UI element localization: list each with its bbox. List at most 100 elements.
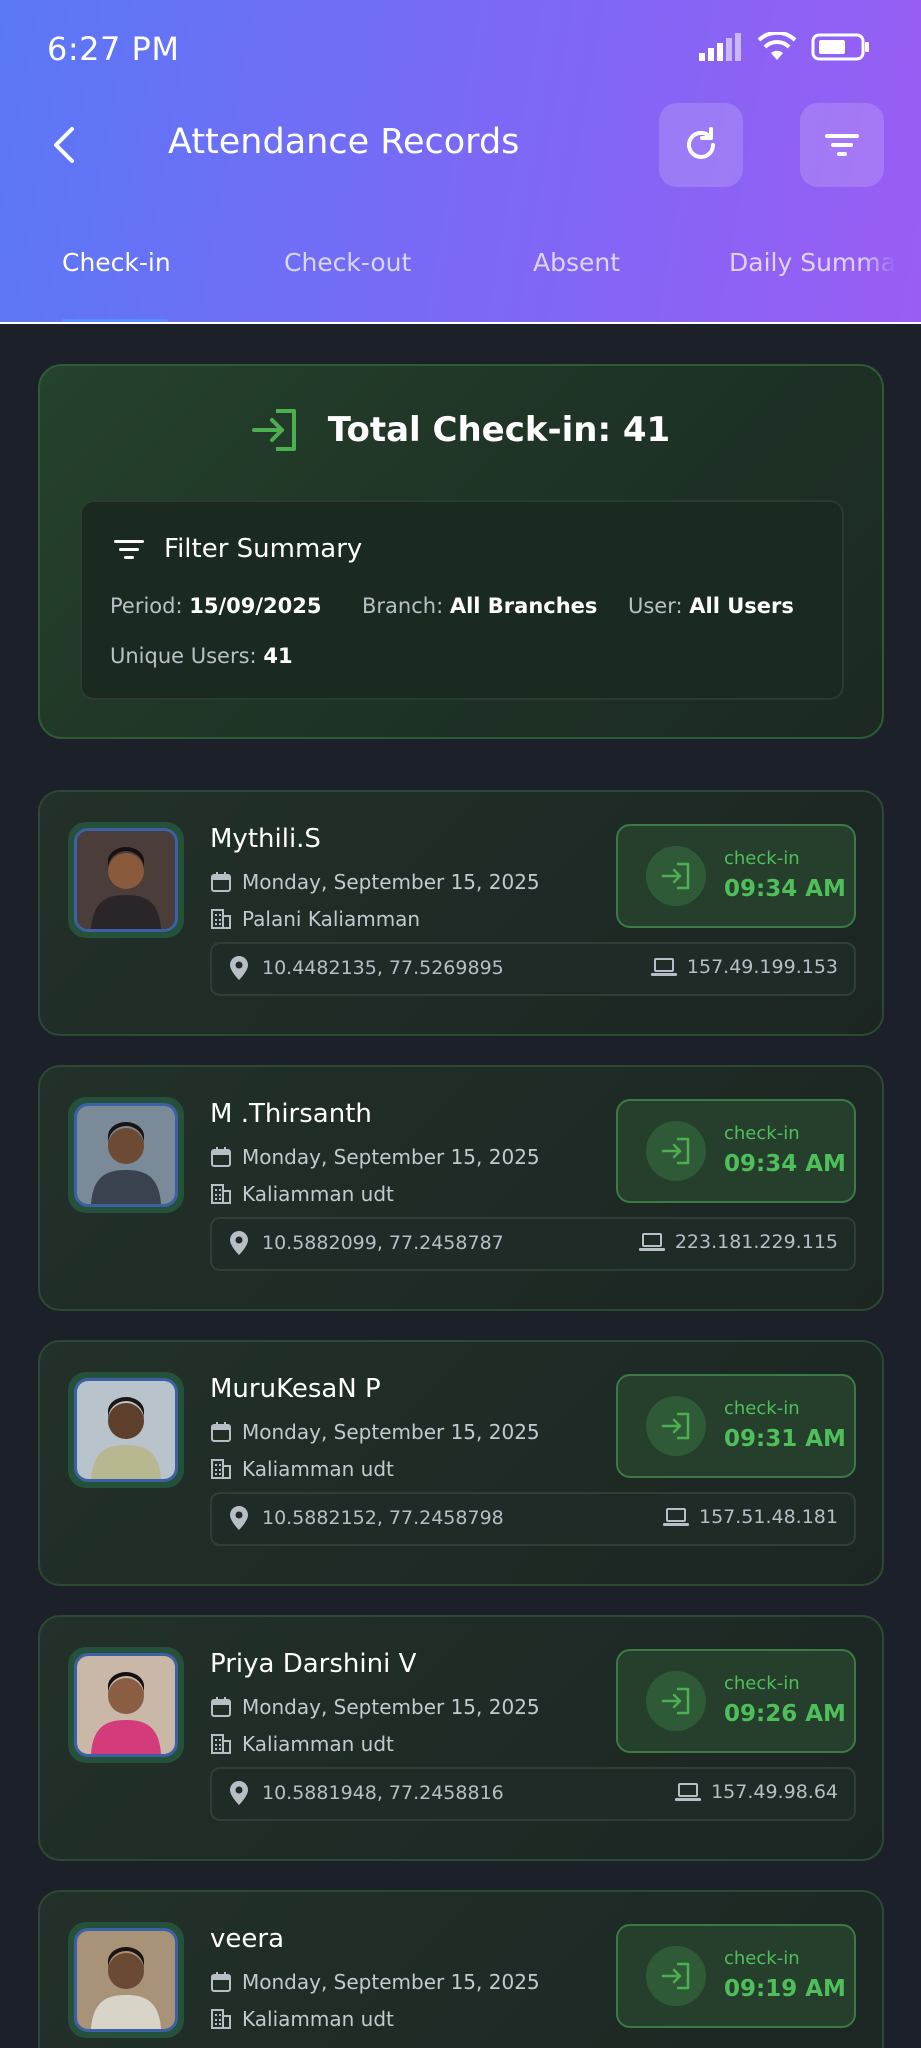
total-row: Total Check-in: 41 bbox=[40, 408, 882, 452]
record-date: Monday, September 15, 2025 bbox=[210, 870, 540, 894]
tab-daily-summary[interactable]: Daily Summa bbox=[729, 248, 896, 277]
header-divider bbox=[0, 322, 921, 324]
attendance-record-card[interactable]: M .Thirsanth Monday, September 15, 2025 … bbox=[38, 1065, 884, 1311]
location-bar: 10.4482135, 77.5269895 157.49.199.153 bbox=[210, 942, 856, 996]
check-in-time: 09:31 AM bbox=[724, 1426, 846, 1452]
coordinates-text: 10.5882099, 77.2458787 bbox=[262, 1232, 504, 1254]
check-in-icon bbox=[661, 1137, 690, 1165]
check-in-time: 09:19 AM bbox=[724, 1976, 846, 2002]
avatar[interactable] bbox=[74, 1103, 178, 1207]
coordinates-text: 10.5881948, 77.2458816 bbox=[262, 1782, 504, 1804]
location-bar: 10.5882152, 77.2458798 157.51.48.181 bbox=[210, 1492, 856, 1546]
check-in-status-badge: check-in 09:34 AM bbox=[616, 1099, 856, 1203]
check-in-time: 09:34 AM bbox=[724, 876, 846, 902]
check-in-icon bbox=[661, 1962, 690, 1990]
ip-address-text: 157.49.199.153 bbox=[686, 956, 838, 978]
tab-check-in[interactable]: Check-in bbox=[62, 248, 171, 277]
record-date: Monday, September 15, 2025 bbox=[210, 1420, 540, 1444]
avatar[interactable] bbox=[74, 1928, 178, 2032]
ip-address: 157.49.199.153 bbox=[650, 956, 838, 978]
avatar-frame bbox=[68, 1922, 184, 2038]
back-button[interactable] bbox=[40, 120, 90, 170]
check-in-icon bbox=[661, 862, 690, 890]
status-label: check-in bbox=[724, 848, 800, 869]
signal-icon bbox=[699, 33, 741, 61]
record-branch-text: Palani Kaliamman bbox=[242, 907, 421, 931]
coordinates: 10.5882152, 77.2458798 bbox=[230, 1506, 504, 1530]
record-branch-text: Kaliamman udt bbox=[242, 1182, 394, 1206]
coordinates-text: 10.4482135, 77.5269895 bbox=[262, 957, 504, 979]
record-branch: Kaliamman udt bbox=[210, 2007, 394, 2031]
coordinates: 10.5881948, 77.2458816 bbox=[230, 1781, 504, 1805]
status-label: check-in bbox=[724, 1123, 800, 1144]
record-branch: Kaliamman udt bbox=[210, 1732, 394, 1756]
check-in-status-badge: check-in 09:19 AM bbox=[616, 1924, 856, 2028]
filter-summary-title: Filter Summary bbox=[164, 534, 363, 564]
calendar-icon bbox=[211, 1697, 231, 1717]
record-date: Monday, September 15, 2025 bbox=[210, 1145, 540, 1169]
ip-address: 223.181.229.115 bbox=[638, 1231, 838, 1253]
record-date: Monday, September 15, 2025 bbox=[210, 1970, 540, 1994]
location-pin-icon bbox=[230, 1781, 248, 1805]
avatar[interactable] bbox=[74, 1653, 178, 1757]
calendar-icon bbox=[211, 1972, 231, 1992]
status-icons bbox=[699, 32, 871, 62]
user-photo bbox=[77, 1931, 175, 2029]
avatar-frame bbox=[68, 822, 184, 938]
location-pin-icon bbox=[230, 1506, 248, 1530]
status-label: check-in bbox=[724, 1948, 800, 1969]
check-in-status-badge: check-in 09:34 AM bbox=[616, 824, 856, 928]
filter-unique-users: Unique Users: 41 bbox=[110, 644, 293, 668]
building-icon bbox=[211, 2009, 231, 2029]
user-photo bbox=[77, 1656, 175, 1754]
record-branch-text: Kaliamman udt bbox=[242, 1457, 394, 1481]
user-name: veera bbox=[210, 1924, 285, 1954]
calendar-icon bbox=[211, 872, 231, 892]
tab-check-out[interactable]: Check-out bbox=[284, 248, 411, 277]
attendance-record-card[interactable]: MuruKesaN P Monday, September 15, 2025 K… bbox=[38, 1340, 884, 1586]
record-branch-text: Kaliamman udt bbox=[242, 1732, 394, 1756]
status-bar: 6:27 PM bbox=[0, 0, 921, 100]
record-branch: Kaliamman udt bbox=[210, 1182, 394, 1206]
check-in-icon bbox=[251, 409, 296, 451]
avatar[interactable] bbox=[74, 828, 178, 932]
page-title: Attendance Records bbox=[168, 122, 520, 162]
building-icon bbox=[211, 1184, 231, 1204]
check-in-time: 09:26 AM bbox=[724, 1701, 846, 1727]
avatar-frame bbox=[68, 1097, 184, 1213]
location-pin-icon bbox=[230, 956, 248, 980]
check-in-icon bbox=[661, 1687, 690, 1715]
avatar-frame bbox=[68, 1372, 184, 1488]
ip-address-text: 157.51.48.181 bbox=[698, 1506, 838, 1528]
title-bar: Attendance Records bbox=[0, 100, 921, 190]
check-in-status-badge: check-in 09:31 AM bbox=[616, 1374, 856, 1478]
filter-period: Period: 15/09/2025 bbox=[110, 594, 322, 618]
ip-address: 157.51.48.181 bbox=[662, 1506, 838, 1528]
wifi-icon bbox=[757, 32, 797, 60]
filter-button[interactable] bbox=[800, 103, 884, 187]
tab-absent[interactable]: Absent bbox=[533, 248, 620, 277]
status-icon-circle bbox=[646, 1121, 706, 1181]
record-date: Monday, September 15, 2025 bbox=[210, 1695, 540, 1719]
record-branch: Palani Kaliamman bbox=[210, 907, 420, 931]
refresh-button[interactable] bbox=[659, 103, 743, 187]
laptop-icon bbox=[662, 1508, 689, 1526]
attendance-record-card[interactable]: Priya Darshini V Monday, September 15, 2… bbox=[38, 1615, 884, 1861]
total-check-in: Total Check-in: 41 bbox=[327, 410, 671, 450]
ip-address-text: 223.181.229.115 bbox=[674, 1231, 838, 1253]
avatar[interactable] bbox=[74, 1378, 178, 1482]
laptop-icon bbox=[650, 958, 677, 976]
attendance-record-card[interactable]: Mythili.S Monday, September 15, 2025 Pal… bbox=[38, 790, 884, 1036]
status-icon-circle bbox=[646, 1946, 706, 2006]
record-date-text: Monday, September 15, 2025 bbox=[242, 1145, 540, 1169]
user-name: Mythili.S bbox=[210, 824, 321, 854]
check-in-status-badge: check-in 09:26 AM bbox=[616, 1649, 856, 1753]
filter-icon bbox=[114, 540, 144, 559]
user-photo bbox=[77, 1106, 175, 1204]
building-icon bbox=[211, 1459, 231, 1479]
coordinates: 10.5882099, 77.2458787 bbox=[230, 1231, 504, 1255]
laptop-icon bbox=[638, 1233, 665, 1251]
tab-bar: Check-in Check-out Absent Daily Summa bbox=[0, 222, 921, 323]
filter-user: User: All Users bbox=[628, 594, 794, 618]
attendance-record-card[interactable]: veera Monday, September 15, 2025 Kaliamm… bbox=[38, 1890, 884, 2048]
